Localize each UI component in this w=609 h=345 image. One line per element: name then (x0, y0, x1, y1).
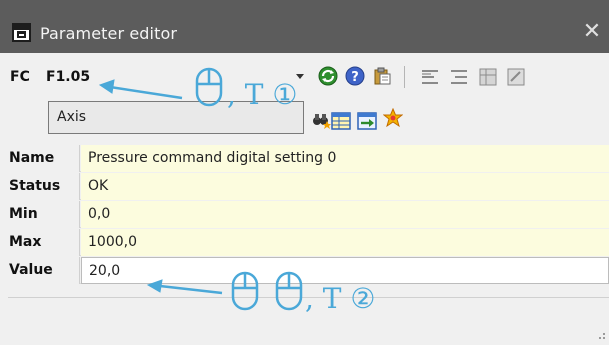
parameter-code-field[interactable]: F1.05 (46, 69, 90, 85)
binoculars-star-icon[interactable] (311, 109, 331, 129)
table-row: Max 1000,0 (8, 229, 609, 256)
fc-label: FC (10, 69, 30, 85)
svg-text:?: ? (351, 70, 359, 85)
edit-icon[interactable] (506, 67, 526, 87)
annotation-text-2: , T ② (305, 282, 376, 315)
parameter-editor-window: Parameter editor ✕ FC F1.05 ? Axis Name … (0, 0, 609, 345)
window-app-icon (12, 23, 31, 42)
axis-search-value: Axis (57, 109, 87, 125)
row-key-name: Name (8, 145, 80, 172)
export-icon[interactable] (357, 111, 377, 131)
table-row: Name Pressure command digital setting 0 (8, 145, 609, 172)
row-value-status: OK (81, 173, 609, 200)
close-button[interactable]: ✕ (581, 21, 603, 44)
refresh-icon[interactable] (318, 66, 338, 86)
align-left-alt-icon[interactable] (449, 67, 469, 87)
row-key-min: Min (8, 201, 80, 228)
table-row: Value 20,0 (8, 257, 609, 284)
row-key-max: Max (8, 229, 80, 256)
title-bar[interactable]: Parameter editor ✕ (0, 0, 609, 53)
window-title: Parameter editor (40, 24, 178, 43)
row-key-status: Status (8, 173, 80, 200)
resize-grip-icon[interactable] (595, 331, 605, 341)
row-value-name: Pressure command digital setting 0 (81, 145, 609, 172)
grid-icon[interactable] (478, 67, 498, 87)
row-key-value: Value (8, 257, 80, 284)
star-burst-icon[interactable] (383, 108, 403, 128)
row-value-max: 1000,0 (81, 229, 609, 256)
clipboard-icon[interactable] (372, 66, 392, 86)
table-icon[interactable] (331, 111, 351, 131)
table-row: Min 0,0 (8, 201, 609, 228)
align-left-icon[interactable] (420, 67, 440, 87)
table-row: Status OK (8, 173, 609, 200)
toolbar-divider (404, 66, 405, 88)
row-value-min: 0,0 (81, 201, 609, 228)
annotation-text-1: , T ① (227, 78, 298, 111)
value-input[interactable]: 20,0 (81, 257, 609, 284)
help-icon[interactable]: ? (345, 66, 365, 86)
